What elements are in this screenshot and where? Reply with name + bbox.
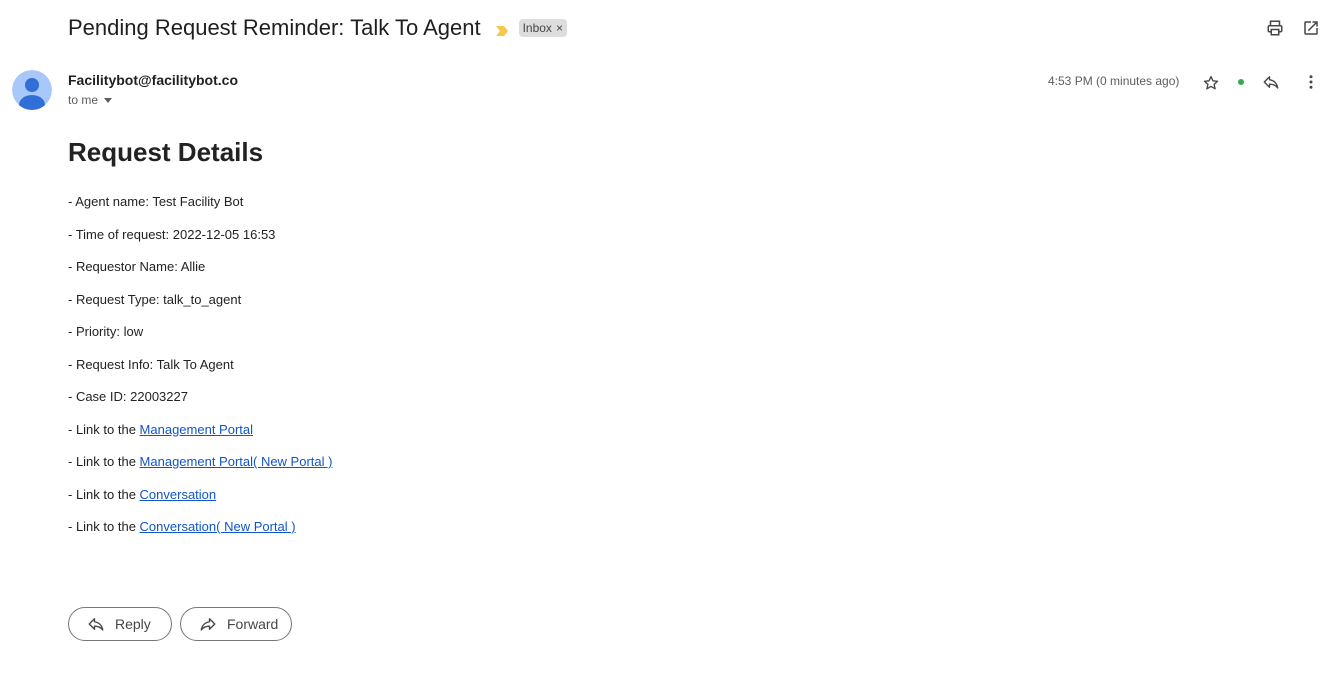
link-prefix: - Link to the [68, 421, 140, 437]
link-prefix: - Link to the [68, 519, 140, 534]
email-subject: Pending Request Reminder: Talk To Agent [68, 15, 481, 40]
more-vertical-icon[interactable] [1299, 70, 1323, 94]
importance-marker-icon[interactable] [495, 23, 509, 36]
sender-avatar[interactable] [12, 70, 52, 110]
body-title: Request Details [68, 137, 264, 167]
reply-icon [87, 615, 105, 633]
sender-address[interactable]: Facilitybot@facilitybot.co [68, 72, 238, 88]
detail-priority: - Priority: low [68, 324, 144, 339]
link-prefix: - Link to the [68, 454, 140, 469]
forward-button[interactable]: Forward [180, 607, 292, 641]
request-details-list: - Agent name: Test Facility Bot - Time o… [68, 193, 332, 551]
detail-case-id: - Case ID: 22003227 [68, 389, 188, 404]
inbox-label-chip: Inbox × [518, 19, 567, 37]
print-icon[interactable] [1263, 16, 1287, 40]
detail-requestor-name: - Requestor Name: Allie [68, 259, 206, 274]
forward-icon [199, 615, 217, 633]
conversation-new-link[interactable]: Conversation( New Portal ) [140, 519, 296, 534]
reply-button-label: Reply [115, 616, 151, 632]
detail-time-of-request: - Time of request: 2022-12-05 16:53 [68, 226, 276, 242]
star-icon[interactable] [1199, 71, 1223, 95]
chevron-down-icon [104, 97, 113, 103]
open-in-new-window-icon[interactable] [1299, 16, 1323, 40]
link-prefix: - Link to the [68, 486, 140, 502]
message-timestamp: 4:53 PM (0 minutes ago) [1048, 74, 1180, 88]
link-row-conversation: - Link to the Conversation [68, 486, 332, 519]
inbox-label-text: Inbox [522, 21, 552, 35]
detail-request-info: - Request Info: Talk To Agent [68, 356, 234, 372]
conversation-link[interactable]: Conversation [140, 487, 217, 502]
reply-icon[interactable] [1259, 70, 1283, 94]
recipient-label: to me [68, 93, 99, 107]
subject-row: Pending Request Reminder: Talk To Agent … [68, 12, 567, 44]
presence-status-dot [1238, 79, 1244, 85]
link-row-conversation-new: - Link to the Conversation( New Portal ) [68, 518, 332, 551]
detail-request-type: - Request Type: talk_to_agent [68, 291, 242, 307]
recipient-details-toggle[interactable]: to me [68, 93, 113, 107]
link-row-management-portal: - Link to the Management Portal [68, 421, 332, 454]
management-portal-new-link[interactable]: Management Portal( New Portal ) [140, 454, 333, 469]
remove-label-button[interactable]: × [556, 21, 563, 35]
reply-button[interactable]: Reply [68, 607, 172, 641]
link-row-management-portal-new: - Link to the Management Portal( New Por… [68, 453, 332, 486]
management-portal-link[interactable]: Management Portal [140, 422, 253, 437]
forward-button-label: Forward [227, 616, 279, 632]
default-avatar-icon [12, 70, 52, 110]
detail-agent-name: - Agent name: Test Facility Bot [68, 194, 244, 209]
